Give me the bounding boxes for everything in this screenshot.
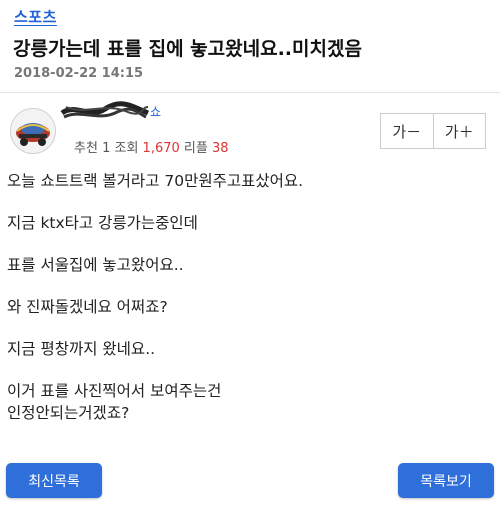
- font-increase-button[interactable]: 가＋: [434, 114, 486, 148]
- post-paragraph: 인정안되는거겠죠?: [7, 404, 130, 422]
- views-count: 1,670: [142, 141, 180, 156]
- views-label: 조회: [114, 141, 139, 156]
- nickname[interactable]: 쇼: [60, 101, 161, 119]
- reply-label: 리플: [183, 141, 208, 156]
- avatar-image: [11, 109, 55, 153]
- post-paragraph: 지금 평창까지 왔네요..: [7, 340, 156, 358]
- view-list-button[interactable]: 목록보기: [398, 463, 494, 498]
- post-body: 오늘 쇼트트랙 볼거라고 70만원주고표샀어요. 지금 ktx타고 강릉가는중인…: [7, 170, 487, 424]
- recommend-label: 추천: [74, 141, 98, 156]
- latest-list-button[interactable]: 최신목록: [6, 463, 102, 498]
- post-paragraph: 이거 표를 사진찍어서 보여주는건: [7, 382, 222, 400]
- font-decrease-button[interactable]: 가－: [381, 114, 434, 148]
- nickname-suffix: 쇼: [150, 105, 162, 119]
- post-stats: 추천 1 조회 1,670 리플 38: [74, 137, 229, 156]
- post-title: 강릉가는데 표를 집에 놓고왔네요..미치겠음: [13, 38, 362, 60]
- font-size-controls: 가－ 가＋: [380, 113, 486, 149]
- post-paragraph: 표를 서울집에 놓고왔어요..: [7, 256, 184, 274]
- category-link[interactable]: 스포츠: [14, 6, 57, 27]
- author-row: 쇼 추천 1 조회 1,670 리플 38 가－ 가＋: [0, 93, 500, 157]
- recommend-count: 1: [102, 141, 111, 156]
- post-paragraph: 지금 ktx타고 강릉가는중인데: [7, 214, 198, 232]
- post-paragraph: 오늘 쇼트트랙 볼거라고 70만원주고표샀어요.: [7, 172, 304, 190]
- post-header: 스포츠 강릉가는데 표를 집에 놓고왔네요..미치겠음 2018-02-22 1…: [0, 0, 500, 93]
- avatar[interactable]: [10, 108, 56, 154]
- post-paragraph: 와 진짜돌겠네요 어쩌죠?: [7, 298, 168, 316]
- reply-count: 38: [211, 141, 229, 156]
- nickname-redaction: [60, 101, 150, 119]
- post-datetime: 2018-02-22 14:15: [14, 66, 144, 81]
